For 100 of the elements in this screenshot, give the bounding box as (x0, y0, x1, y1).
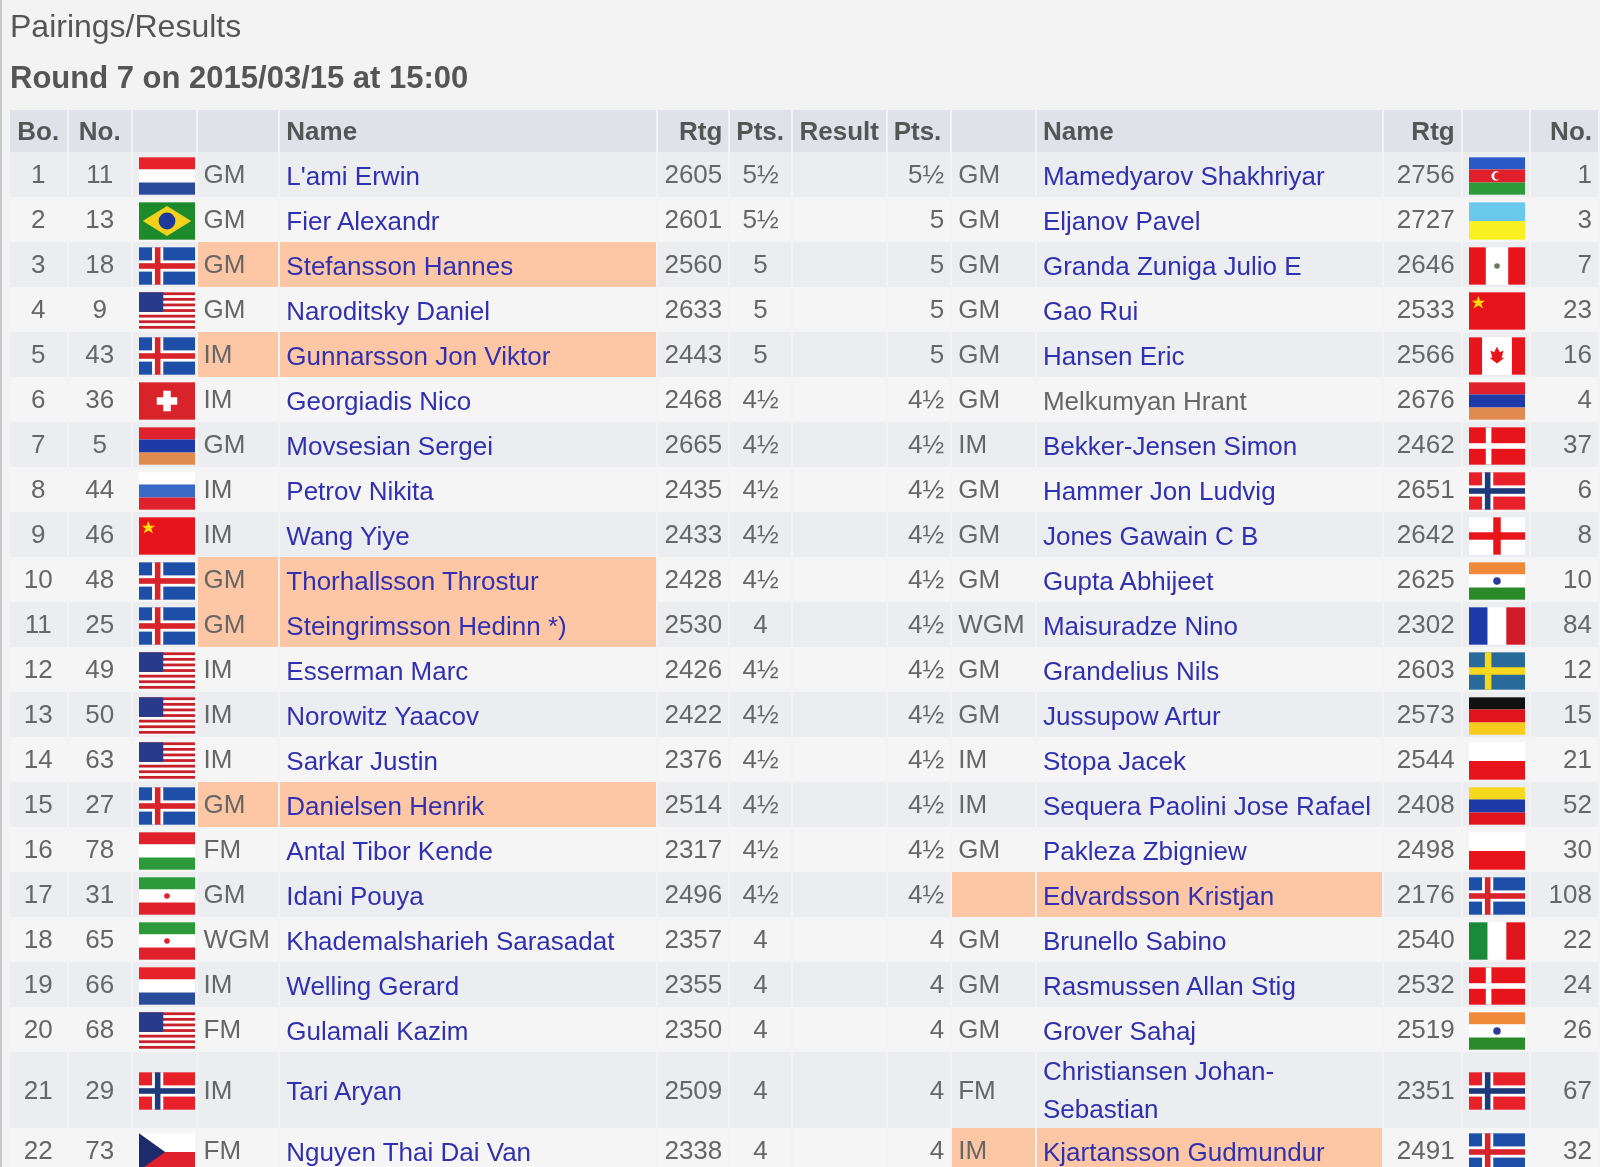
column-header: No. (68, 110, 132, 152)
player-name: Melkumyan Hrant (1042, 384, 1247, 418)
player-name-link[interactable]: Hammer Jon Ludvig (1042, 471, 1276, 510)
player-name-link[interactable]: Gulamali Kazim (286, 1011, 469, 1050)
player-name-link[interactable]: Stopa Jacek (1042, 741, 1187, 780)
rating: 2496 (657, 872, 729, 917)
rating: 2573 (1384, 692, 1461, 737)
points: 5 (887, 332, 951, 377)
column-header: Result (792, 110, 886, 152)
player-number: 43 (68, 332, 132, 377)
board-number: 15 (10, 782, 67, 827)
round-heading: Round 7 on 2015/03/15 at 15:00 (10, 59, 469, 97)
rating: 2642 (1384, 512, 1461, 557)
flag-icon (1468, 516, 1525, 555)
flag-icon (1468, 336, 1525, 375)
player-number: 11 (68, 152, 132, 197)
flag-icon (1468, 381, 1525, 420)
player-number: 50 (68, 692, 132, 737)
player-title: GM (197, 782, 279, 827)
flag-icon (139, 1072, 196, 1111)
player-name-link[interactable]: Sarkar Justin (286, 741, 439, 780)
player-name-link[interactable]: Naroditsky Daniel (286, 291, 491, 330)
player-title: GM (197, 872, 279, 917)
flag-icon (1468, 1072, 1525, 1111)
flag-icon (139, 156, 196, 195)
rating: 2646 (1384, 242, 1461, 287)
flag-icon (139, 696, 196, 735)
column-header: Bo. (10, 110, 67, 152)
flag-icon (1468, 426, 1525, 465)
player-name-link[interactable]: Gupta Abhijeet (1042, 561, 1214, 600)
flag-icon (139, 876, 196, 915)
player-title: GM (952, 242, 1035, 287)
board-number: 7 (10, 422, 67, 467)
player-name-link[interactable]: Georgiadis Nico (286, 381, 472, 420)
player-number: 29 (68, 1052, 132, 1128)
player-name-link[interactable]: Grandelius Nils (1042, 651, 1220, 690)
player-name-link[interactable]: Petrov Nikita (286, 471, 434, 510)
column-header: Name (280, 110, 656, 152)
flag-icon (1468, 966, 1525, 1005)
player-number: 37 (1531, 422, 1598, 467)
rating: 2665 (657, 422, 729, 467)
points: 5½ (887, 152, 951, 197)
player-name-link[interactable]: Antal Tibor Kende (286, 831, 493, 870)
column-header: Rtg (657, 110, 729, 152)
column-header: Pts. (887, 110, 951, 152)
player-title: IM (952, 782, 1035, 827)
points: 4 (730, 602, 791, 647)
board-number: 9 (10, 512, 67, 557)
points: 4 (730, 1052, 791, 1128)
points: 4½ (730, 692, 791, 737)
player-name-link[interactable]: Nguyen Thai Dai Van (286, 1132, 532, 1167)
flag-icon (1468, 876, 1525, 915)
player-name-link[interactable]: Pakleza Zbigniew (1042, 831, 1247, 870)
player-number: 84 (1531, 602, 1598, 647)
player-name-link[interactable]: Eljanov Pavel (1042, 201, 1201, 240)
rating: 2532 (1384, 962, 1461, 1007)
rating: 2443 (657, 332, 729, 377)
flag-icon (1468, 651, 1525, 690)
flag-icon (1468, 156, 1525, 195)
flag-icon (139, 201, 196, 240)
rating: 2605 (657, 152, 729, 197)
points: 4½ (730, 872, 791, 917)
flag-icon (139, 336, 196, 375)
points: 5 (887, 242, 951, 287)
player-number: 31 (68, 872, 132, 917)
player-number: 5 (68, 422, 132, 467)
flag-icon (1468, 786, 1525, 825)
player-title: WGM (952, 602, 1035, 647)
board-number: 19 (10, 962, 67, 1007)
column-header: Pts. (730, 110, 791, 152)
rating: 2566 (1384, 332, 1461, 377)
board-number: 3 (10, 242, 67, 287)
page-title: Pairings/Results (10, 7, 242, 46)
player-title: IM (197, 692, 279, 737)
player-name-link[interactable]: Esserman Marc (286, 651, 469, 690)
player-title: IM (197, 332, 279, 377)
points: 4½ (730, 422, 791, 467)
flag-icon (139, 516, 196, 555)
flag-icon (139, 606, 196, 645)
player-name-link[interactable]: Khademalsharieh Sarasadat (286, 921, 615, 960)
player-name-link[interactable]: Tari Aryan (286, 1072, 402, 1111)
points: 5½ (730, 152, 791, 197)
player-name-link[interactable]: Grover Sahaj (1042, 1011, 1197, 1050)
column-header: Name (1036, 110, 1382, 152)
board-number: 5 (10, 332, 67, 377)
flag-icon (139, 426, 196, 465)
player-number: 8 (1531, 512, 1598, 557)
player-title: IM (197, 1052, 279, 1128)
player-number: 108 (1531, 872, 1598, 917)
player-name-link[interactable]: Gao Rui (1042, 291, 1139, 330)
board-number: 11 (10, 602, 67, 647)
flag-icon (1468, 201, 1525, 240)
rating: 2509 (657, 1052, 729, 1128)
player-number: 16 (1531, 332, 1598, 377)
player-name-link[interactable]: Brunello Sabino (1042, 921, 1227, 960)
rating: 2176 (1384, 872, 1461, 917)
points: 4½ (730, 512, 791, 557)
points: 4½ (887, 692, 951, 737)
player-name-link[interactable]: Fier Alexandr (286, 201, 440, 240)
player-number: 52 (1531, 782, 1598, 827)
